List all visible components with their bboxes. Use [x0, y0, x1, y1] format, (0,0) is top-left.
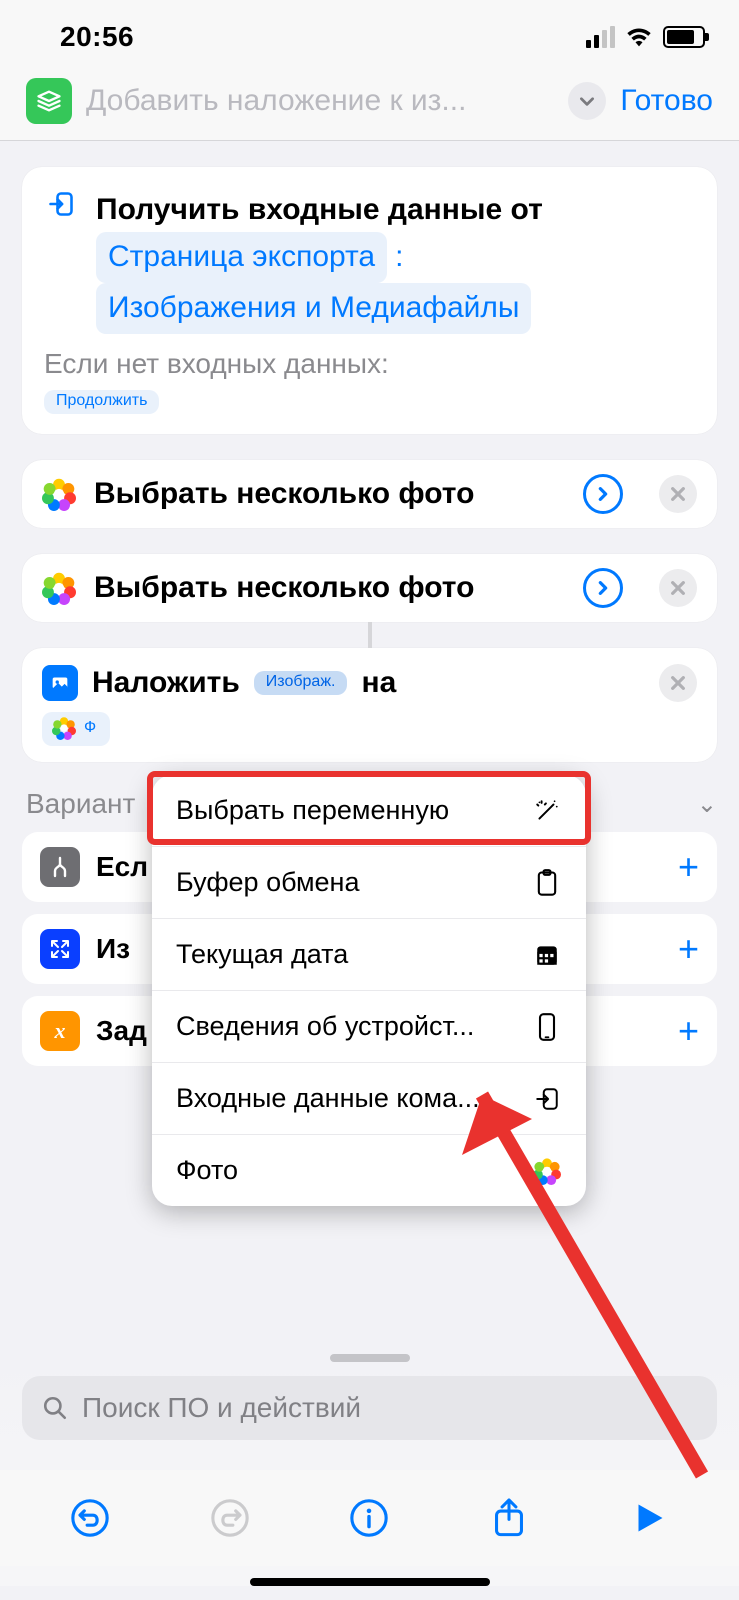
overlay-word-2: на — [361, 666, 396, 700]
variable-icon: x — [40, 1011, 80, 1051]
wifi-icon — [625, 26, 653, 48]
info-button[interactable] — [347, 1496, 391, 1540]
row-label: Фото — [176, 1155, 238, 1186]
chevron-down-icon: ⌄ — [697, 790, 717, 819]
search-placeholder: Поиск ПО и действий — [82, 1392, 361, 1424]
action-overlay-image[interactable]: Наложить Изображ. на Ф — [22, 648, 717, 762]
undo-button[interactable] — [68, 1496, 112, 1540]
photos-app-icon — [42, 477, 76, 511]
row-label: Текущая дата — [176, 939, 348, 970]
expand-button[interactable] — [568, 82, 606, 120]
run-button[interactable] — [627, 1496, 671, 1540]
fallback-label: Если нет входных данных: — [44, 348, 695, 380]
token-image-selected[interactable]: Изображ. — [254, 671, 348, 695]
sheet-grabber[interactable] — [330, 1354, 410, 1362]
cellular-signal-icon — [586, 26, 615, 48]
token-export-page[interactable]: Страница экспорта — [96, 232, 387, 283]
add-suggestion-button[interactable]: + — [678, 846, 699, 888]
popover-current-date[interactable]: Текущая дата — [152, 918, 586, 990]
nav-bar: Добавить наложение к из... Готово — [0, 64, 739, 141]
share-button[interactable] — [487, 1496, 531, 1540]
magic-wand-icon — [532, 796, 562, 826]
add-suggestion-button[interactable]: + — [678, 1010, 699, 1052]
shortcut-app-icon[interactable] — [26, 78, 72, 124]
overlay-image-icon — [42, 665, 78, 701]
add-suggestion-button[interactable]: + — [678, 928, 699, 970]
row-label: Выбрать переменную — [176, 795, 449, 826]
device-icon — [532, 1012, 562, 1042]
calendar-icon — [532, 940, 562, 970]
popover-device-details[interactable]: Сведения об устройст... — [152, 990, 586, 1062]
variable-picker-popover: Выбрать переменную Буфер обмена Текущая … — [152, 775, 586, 1206]
delete-action-button[interactable] — [659, 569, 697, 607]
photos-app-icon — [52, 716, 76, 740]
popover-shortcut-input[interactable]: Входные данные кома... — [152, 1062, 586, 1134]
input-icon — [532, 1084, 562, 1114]
resize-icon — [40, 929, 80, 969]
row-label: Буфер обмена — [176, 867, 359, 898]
token-continue[interactable]: Продолжить — [44, 390, 159, 414]
colon: : — [395, 240, 403, 273]
home-indicator[interactable] — [250, 1578, 490, 1586]
input-arrow-icon — [44, 187, 78, 221]
row-label: Входные данные кома... — [176, 1083, 480, 1114]
battery-icon — [663, 26, 705, 48]
delete-action-button[interactable] — [659, 664, 697, 702]
shortcut-title[interactable]: Добавить наложение к из... — [86, 84, 554, 118]
action-select-photos-2[interactable]: Выбрать несколько фото — [22, 554, 717, 622]
label: Получить входные данные от — [96, 193, 543, 226]
action-select-photos-1[interactable]: Выбрать несколько фото — [22, 460, 717, 528]
token-photo-variable[interactable]: Ф — [42, 712, 110, 746]
status-bar: 20:56 — [0, 0, 739, 64]
redo-button[interactable] — [208, 1496, 252, 1540]
popover-select-variable[interactable]: Выбрать переменную — [152, 775, 586, 846]
token-text: Ф — [84, 719, 96, 737]
popover-photos[interactable]: Фото — [152, 1134, 586, 1206]
search-icon — [42, 1395, 68, 1421]
bottom-toolbar — [0, 1470, 739, 1566]
connector-line — [368, 622, 372, 648]
action-label: Выбрать несколько фото — [94, 571, 565, 605]
row-label: Сведения об устройст... — [176, 1011, 474, 1042]
expand-arrow-button[interactable] — [583, 474, 623, 514]
suggestions-header-text: Вариант — [26, 788, 135, 820]
token-images-media[interactable]: Изображения и Медиафайлы — [96, 283, 531, 334]
delete-action-button[interactable] — [659, 475, 697, 513]
expand-arrow-button[interactable] — [583, 568, 623, 608]
search-field[interactable]: Поиск ПО и действий — [22, 1376, 717, 1440]
photos-app-icon — [532, 1156, 562, 1186]
status-time: 20:56 — [60, 21, 134, 53]
done-button[interactable]: Готово — [620, 84, 713, 118]
status-icons — [586, 26, 705, 48]
popover-clipboard[interactable]: Буфер обмена — [152, 846, 586, 918]
bottom-area: Поиск ПО и действий — [0, 1344, 739, 1600]
photos-app-icon — [42, 571, 76, 605]
action-text: Получить входные данные от Страница эксп… — [96, 187, 695, 334]
overlay-word-1: Наложить — [92, 666, 240, 700]
branch-icon — [40, 847, 80, 887]
action-receive-input[interactable]: Получить входные данные от Страница эксп… — [22, 167, 717, 434]
workflow-content: Получить входные данные от Страница эксп… — [0, 141, 739, 1066]
clipboard-icon — [532, 868, 562, 898]
action-label: Выбрать несколько фото — [94, 477, 565, 511]
